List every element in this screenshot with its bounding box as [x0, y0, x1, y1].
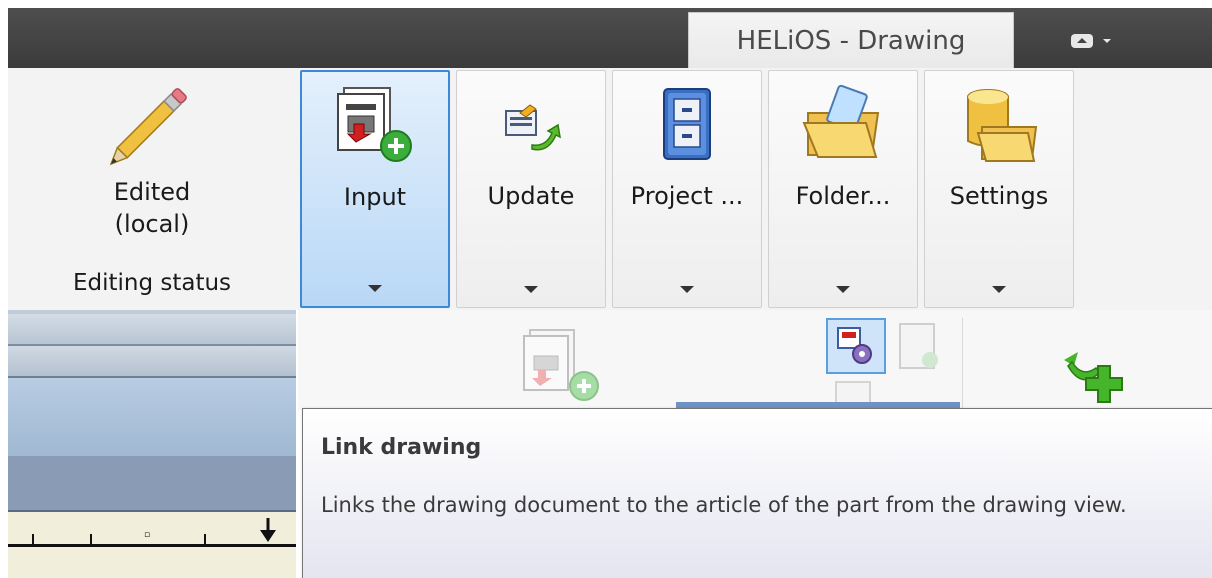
link-drawing-icon[interactable] — [518, 326, 606, 406]
folder-button[interactable]: Folder... — [768, 70, 918, 308]
tooltip-title: Link drawing — [321, 435, 482, 460]
canvas-band — [8, 346, 296, 378]
editing-status-label: Editing status — [72, 270, 232, 296]
ruler-marker-icon[interactable] — [258, 518, 278, 546]
app-title: HELiOS - Drawing — [736, 25, 966, 56]
settings-label: Settings — [949, 182, 1049, 210]
tooltip: Link drawing Links the drawing document … — [302, 408, 1212, 578]
update-icon — [505, 104, 561, 151]
configure-drawing-button[interactable] — [826, 318, 886, 374]
canvas-band — [8, 378, 296, 456]
window-menu-button[interactable] — [1070, 30, 1130, 52]
ruler[interactable]: ▫ — [8, 512, 296, 578]
ruler-tick — [204, 534, 206, 546]
project-cabinet-icon — [663, 88, 711, 160]
ruler-tick — [90, 534, 92, 546]
title-bar — [8, 8, 1212, 68]
status-line-1: Edited — [113, 178, 191, 206]
tooltip-description: Links the drawing document to the articl… — [321, 493, 1127, 517]
app-title-tab[interactable]: HELiOS - Drawing — [688, 12, 1014, 68]
pencil-icon — [109, 88, 187, 166]
folder-icon — [802, 84, 880, 158]
project-dropdown-caret — [680, 286, 694, 293]
update-dropdown-caret — [524, 286, 538, 293]
ruler-tick — [32, 534, 34, 546]
drawing-canvas-panel: ▫ — [8, 310, 296, 578]
update-label: Update — [487, 182, 575, 210]
folder-label: Folder... — [795, 182, 891, 210]
chevron-down-icon — [1103, 39, 1111, 43]
editing-status-value: Edited (local) — [8, 176, 296, 240]
window-icon — [1071, 34, 1093, 48]
add-link-icon[interactable] — [1056, 332, 1136, 408]
canvas-band — [8, 456, 296, 512]
update-button[interactable]: Update — [456, 70, 606, 308]
drawing-input-icon — [337, 87, 412, 162]
settings-database-icon — [967, 89, 1038, 162]
input-button[interactable]: Input — [300, 70, 450, 308]
drawing-settings-icon — [837, 327, 872, 364]
input-label: Input — [343, 183, 407, 211]
folder-dropdown-caret — [836, 286, 850, 293]
settings-button[interactable]: Settings — [924, 70, 1074, 308]
settings-dropdown-caret — [992, 286, 1006, 293]
group-separator — [962, 318, 963, 408]
ruler-line — [8, 544, 296, 547]
canvas-band — [8, 314, 296, 346]
ruler-number-mark: ▫ — [144, 530, 151, 540]
document-disabled-icon[interactable] — [890, 320, 950, 372]
project-button[interactable]: Project ... — [612, 70, 762, 308]
status-line-2: (local) — [114, 210, 190, 238]
project-label: Project ... — [630, 182, 744, 210]
input-dropdown-caret — [368, 285, 382, 292]
